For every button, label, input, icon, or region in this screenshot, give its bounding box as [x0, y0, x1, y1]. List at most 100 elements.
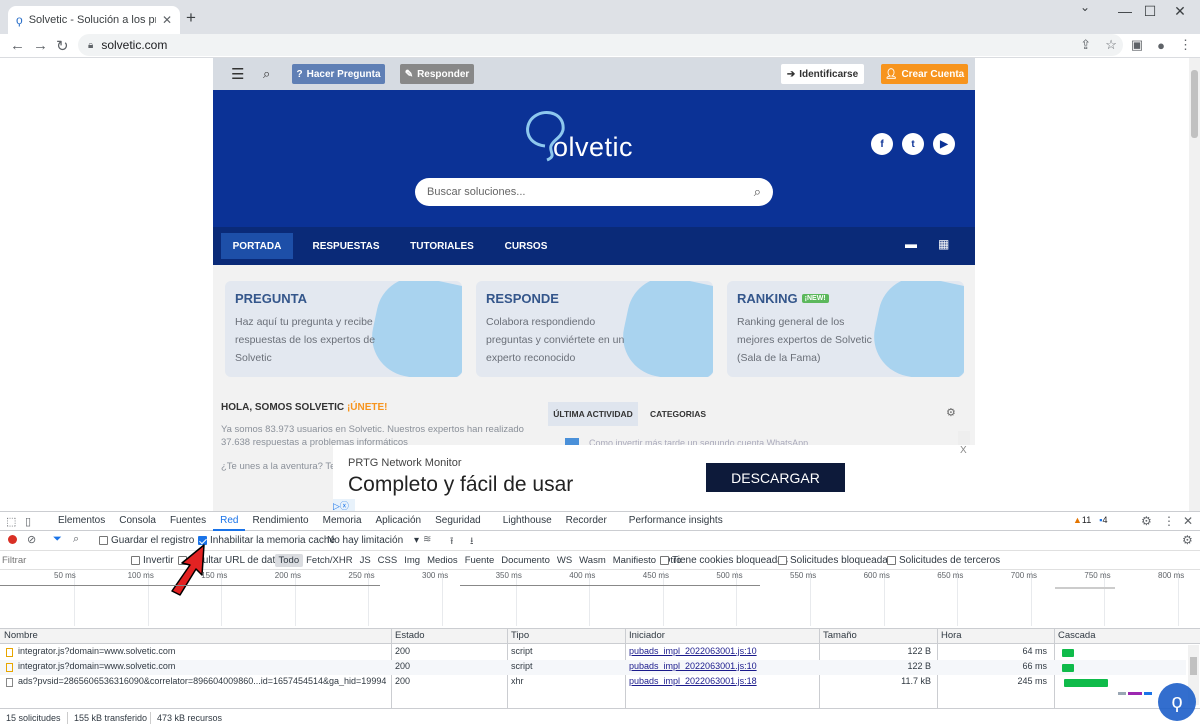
column-header-nombre[interactable]: Nombre: [4, 630, 38, 641]
new-tab-button[interactable]: +: [186, 8, 196, 28]
column-header-estado[interactable]: Estado: [395, 630, 425, 641]
warnings-badge[interactable]: ▲11: [1073, 515, 1091, 525]
import-har-icon[interactable]: ⭱: [450, 534, 454, 551]
youtube-icon[interactable]: ▶: [933, 133, 955, 155]
clear-icon[interactable]: ⊘: [27, 533, 36, 546]
facebook-icon[interactable]: f: [871, 133, 893, 155]
search-icon[interactable]: ⌕: [754, 184, 761, 200]
type-filter-manifiesto[interactable]: Manifiesto: [609, 554, 659, 567]
settings-gear-icon[interactable]: ⚙: [1141, 514, 1152, 528]
close-window-icon[interactable]: ✕: [1160, 3, 1200, 20]
tab-lighthouse[interactable]: Lighthouse: [496, 515, 559, 531]
messages-badge[interactable]: ▪4: [1099, 515, 1107, 525]
column-header-hora[interactable]: Hora: [941, 630, 962, 641]
filter-input[interactable]: [2, 553, 122, 568]
type-filter-js[interactable]: JS: [356, 554, 374, 567]
export-har-icon[interactable]: ⭳: [470, 534, 474, 551]
calendar-icon[interactable]: ▦: [938, 237, 949, 251]
type-filter-css[interactable]: CSS: [374, 554, 401, 567]
page-scroll-thumb[interactable]: [1191, 70, 1198, 138]
close-tab-icon[interactable]: ✕: [162, 13, 172, 27]
type-filter-img[interactable]: Img: [401, 554, 424, 567]
page-scrollbar[interactable]: [1189, 58, 1200, 511]
network-settings-icon[interactable]: ⚙: [1182, 533, 1193, 547]
tab-memoria[interactable]: Memoria: [316, 515, 369, 531]
cell-initiator[interactable]: pubads_impl_2022063001.js:10: [629, 646, 813, 656]
cell-name[interactable]: ads?pvsid=2865606536316090&correlator=89…: [18, 676, 386, 686]
filter-icon[interactable]: ⏷: [53, 533, 62, 546]
column-header-iniciador[interactable]: Iniciador: [629, 630, 665, 641]
hacer-pregunta-button[interactable]: ? Hacer Pregunta: [292, 64, 385, 84]
bookmark-star-icon[interactable]: ☆: [1105, 37, 1117, 53]
column-header-cascada[interactable]: Cascada: [1058, 630, 1096, 641]
card-ranking[interactable]: RANKING ¡NEW! Ranking general de los mejo…: [727, 281, 964, 377]
sidepanel-icon[interactable]: ▣: [1131, 37, 1143, 53]
back-icon[interactable]: ←: [10, 37, 25, 54]
browser-tab[interactable]: ϙ Solvetic - Solución a los problem ✕: [8, 6, 180, 34]
solicitudes-bloqueadas-checkbox[interactable]: Solicitudes bloqueadas: [778, 555, 893, 566]
solicitudes-terceros-checkbox[interactable]: Solicitudes de terceros: [887, 555, 1000, 566]
column-header-tipo[interactable]: Tipo: [511, 630, 529, 641]
cell-initiator[interactable]: pubads_impl_2022063001.js:10: [629, 661, 813, 671]
tab-elementos[interactable]: Elementos: [51, 515, 112, 531]
tab-red[interactable]: Red: [213, 515, 246, 531]
tab-categorias[interactable]: CATEGORIAS: [650, 409, 706, 419]
column-header-tama-o[interactable]: Tamaño: [823, 630, 857, 641]
tab-seguridad[interactable]: Seguridad: [428, 515, 488, 531]
gear-icon[interactable]: ⚙: [946, 406, 956, 419]
ad-banner[interactable]: PRTG Network Monitor Completo y fácil de…: [333, 445, 975, 511]
search-icon[interactable]: ⌕: [73, 533, 79, 546]
throttle-select[interactable]: No hay limitación ▾: [327, 535, 419, 546]
tab-rendimiento[interactable]: Rendimiento: [245, 515, 315, 531]
inspect-icon[interactable]: ⬚: [6, 515, 16, 528]
network-conditions-icon[interactable]: ≋: [423, 534, 431, 545]
table-scroll-thumb[interactable]: [1190, 657, 1197, 675]
type-filter-documento[interactable]: Documento: [498, 554, 554, 567]
tab-consola[interactable]: Consola: [112, 515, 163, 531]
responder-button[interactable]: ✎ Responder: [400, 64, 474, 84]
ad-close-button[interactable]: X: [960, 445, 967, 456]
folder-icon[interactable]: ▬: [905, 237, 917, 251]
share-icon[interactable]: ⇪: [1080, 37, 1091, 53]
tab-aplicacion[interactable]: Aplicación: [369, 515, 429, 531]
profile-icon[interactable]: ●: [1157, 38, 1165, 53]
nav-portada[interactable]: PORTADA: [221, 233, 293, 259]
tab-fuentes[interactable]: Fuentes: [163, 515, 213, 531]
chevron-down-icon[interactable]: ⌄: [1065, 0, 1105, 14]
nav-tutoriales[interactable]: TUTORIALES: [403, 233, 481, 259]
cookies-bloqueadas-checkbox[interactable]: Tiene cookies bloqueadas: [660, 555, 788, 566]
more-options-icon[interactable]: ⋮: [1163, 514, 1175, 528]
site-search-input[interactable]: Buscar soluciones... ⌕: [415, 178, 773, 206]
type-filter-fetch-xhr[interactable]: Fetch/XHR: [303, 554, 356, 567]
type-filter-medios[interactable]: Medios: [424, 554, 462, 567]
cell-name[interactable]: integrator.js?domain=www.solvetic.com: [18, 646, 386, 656]
reload-icon[interactable]: ↻: [56, 37, 69, 55]
hamburger-menu-icon[interactable]: ☰: [231, 65, 244, 83]
tab-ultima-actividad[interactable]: ÚLTIMA ACTIVIDAD: [548, 402, 638, 426]
type-filter-fuente[interactable]: Fuente: [461, 554, 498, 567]
identificarse-button[interactable]: ➔ Identificarse: [781, 64, 864, 84]
card-pregunta[interactable]: PREGUNTA Haz aquí tu pregunta y recibe r…: [225, 281, 462, 377]
twitter-icon[interactable]: t: [902, 133, 924, 155]
inhabilitar-cache-checkbox[interactable]: Inhabilitar la memoria caché: [198, 535, 335, 546]
type-filter-ws[interactable]: WS: [553, 554, 575, 567]
device-toolbar-icon[interactable]: ▯: [25, 515, 31, 528]
unete-link[interactable]: ¡ÚNETE!: [347, 402, 388, 413]
ad-cta-button[interactable]: DESCARGAR: [706, 463, 845, 492]
card-responde[interactable]: RESPONDE Colabora respondiendo preguntas…: [476, 281, 713, 377]
cell-initiator[interactable]: pubads_impl_2022063001.js:18: [629, 676, 813, 686]
type-filter-wasm[interactable]: Wasm: [576, 554, 610, 567]
forward-icon[interactable]: →: [33, 37, 48, 54]
crear-cuenta-button[interactable]: 👤︎ Crear Cuenta: [881, 64, 968, 84]
search-icon[interactable]: ⌕: [263, 66, 270, 82]
type-filter-todo[interactable]: Todo: [275, 554, 303, 567]
cell-name[interactable]: integrator.js?domain=www.solvetic.com: [18, 661, 386, 671]
url-bar[interactable]: 🔒︎ solvetic.com: [78, 34, 1123, 56]
tab-recorder[interactable]: Recorder: [559, 515, 614, 531]
nav-cursos[interactable]: CURSOS: [496, 233, 556, 259]
record-icon[interactable]: [8, 535, 17, 544]
menu-dots-icon[interactable]: ⋮: [1179, 37, 1192, 53]
nav-respuestas[interactable]: RESPUESTAS: [307, 233, 385, 259]
tab-performance-insights[interactable]: Performance insights: [622, 515, 730, 531]
close-devtools-icon[interactable]: ✕: [1183, 514, 1193, 528]
